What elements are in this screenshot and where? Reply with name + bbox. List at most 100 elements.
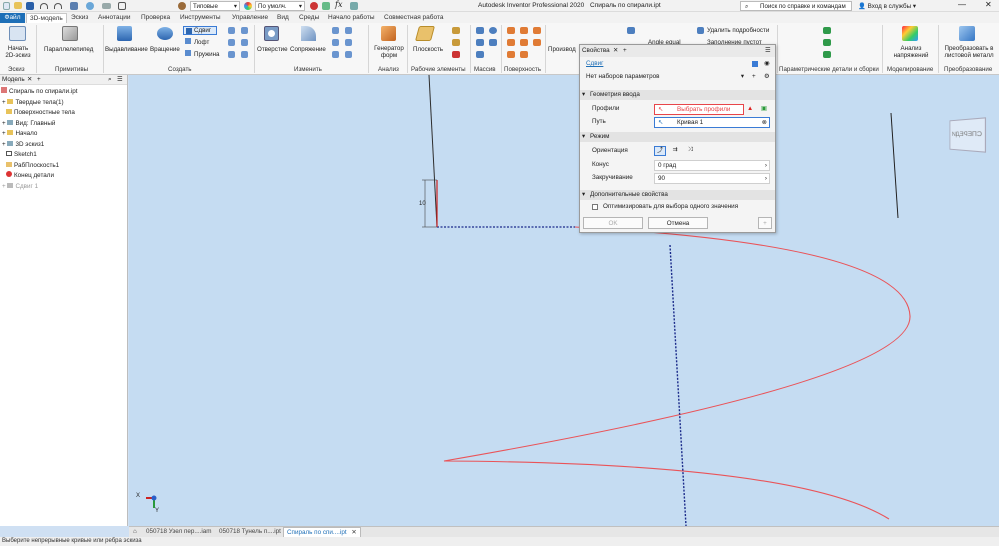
tree-item-solid-bodies[interactable]: + Твердые тела(1) xyxy=(0,98,64,108)
axis-icon[interactable] xyxy=(452,27,460,34)
start-sketch-button[interactable]: Начать 2D-эскиз xyxy=(2,45,34,59)
tab-get-started[interactable]: Начало работы xyxy=(325,13,378,23)
stress-analysis-icon[interactable] xyxy=(902,26,918,41)
ruled-surface-icon[interactable] xyxy=(520,51,528,58)
tab-view[interactable]: Вид xyxy=(274,13,292,23)
new-doc-icon[interactable] xyxy=(3,2,10,10)
remove-detail-button[interactable]: Удалить подробности xyxy=(707,27,769,34)
tab-inspect[interactable]: Проверка xyxy=(138,13,173,23)
clear-icon[interactable]: ⊗ xyxy=(762,118,767,128)
close-icon[interactable]: ✕ xyxy=(351,529,356,536)
apply-plus-button[interactable]: + xyxy=(758,217,772,229)
section-advanced[interactable]: ▾ Дополнительные свойства xyxy=(580,190,775,200)
eye-icon[interactable]: ◉ xyxy=(764,58,770,70)
sketch-pattern-icon[interactable] xyxy=(489,39,497,46)
remove-detail-icon[interactable] xyxy=(697,27,704,34)
doc-tab-assembly[interactable]: 050718 Узел пер....iam xyxy=(143,527,215,537)
plane-icon[interactable] xyxy=(414,26,436,41)
plane-button[interactable]: Плоскость xyxy=(413,46,443,53)
convert-sheetmetal-button[interactable]: Преобразовать в листовой металл xyxy=(940,45,998,59)
tree-item-view[interactable]: + Вид: Главный xyxy=(0,119,55,129)
tab-annotate[interactable]: Аннотации xyxy=(95,13,134,23)
add-preset-icon[interactable]: + xyxy=(752,71,756,83)
save-icon[interactable] xyxy=(26,2,34,10)
shape-generator-button[interactable]: Генератор форм xyxy=(370,45,408,59)
thread-icon[interactable] xyxy=(345,39,352,46)
mirror-icon[interactable] xyxy=(476,39,484,46)
tab-sketch[interactable]: Эскиз xyxy=(68,13,91,23)
ipart-icon[interactable] xyxy=(823,39,831,46)
circ-pattern-icon[interactable] xyxy=(489,27,497,34)
taper-input[interactable]: 0 град › xyxy=(654,160,770,171)
convert-sheetmetal-icon[interactable] xyxy=(959,26,975,41)
sketch-select-icon[interactable]: ▣ xyxy=(761,103,767,115)
trim-icon[interactable] xyxy=(507,39,515,46)
optimize-checkbox[interactable] xyxy=(592,204,598,210)
ok-button[interactable]: OK xyxy=(583,217,643,229)
tab-file[interactable]: Файл xyxy=(0,13,25,23)
redo-icon[interactable] xyxy=(54,3,62,9)
draft-icon[interactable] xyxy=(332,39,339,46)
chamfer-icon[interactable] xyxy=(332,27,339,34)
update-icon[interactable] xyxy=(86,2,94,10)
doc-tab-spiral[interactable]: Спираль по спи....ipt ✕ xyxy=(283,527,361,537)
angle-equal-icon[interactable] xyxy=(627,27,635,34)
box-button[interactable]: Параллелепипед xyxy=(44,46,93,53)
home-icon[interactable] xyxy=(70,2,78,10)
open-icon[interactable] xyxy=(14,2,22,9)
color-override-icon[interactable] xyxy=(310,2,318,10)
tree-item-sweep1[interactable]: + Сдвиг 1 xyxy=(0,182,38,192)
search-icon[interactable]: ⌕ xyxy=(108,75,112,85)
select-icon[interactable] xyxy=(118,2,126,10)
measure-icon[interactable] xyxy=(102,3,111,9)
orientation-guide-button[interactable]: ⤨ xyxy=(684,146,696,156)
minimize-button[interactable]: — xyxy=(958,0,966,9)
thicken-icon[interactable] xyxy=(507,27,515,34)
pattern-more-icon[interactable] xyxy=(476,51,484,58)
cancel-button[interactable]: Отмена xyxy=(648,217,708,229)
point-icon[interactable] xyxy=(452,39,460,46)
close-icon[interactable]: ✕ xyxy=(27,75,32,85)
tree-item-part[interactable]: Спираль по спирали.ipt xyxy=(0,87,78,97)
revolve-button[interactable]: Вращение xyxy=(150,46,180,53)
hole-button[interactable]: Отверстие xyxy=(257,46,288,53)
orientation-parallel-button[interactable]: ⇉ xyxy=(669,146,681,156)
ilogic-icon[interactable] xyxy=(350,2,358,10)
stitch-icon[interactable] xyxy=(520,27,528,34)
replace-face-icon[interactable] xyxy=(533,39,541,46)
graphics-viewport[interactable]: 10 СПЕРЕДИ X Y xyxy=(129,75,999,526)
tab-tools[interactable]: Инструменты xyxy=(177,13,224,23)
patch-icon[interactable] xyxy=(533,27,541,34)
derived-button[interactable]: Производ xyxy=(548,46,576,53)
close-icon[interactable]: ✕ xyxy=(613,45,618,57)
content-icon[interactable] xyxy=(823,27,831,34)
signin-button[interactable]: 👤 Вход в службы ▾ xyxy=(858,2,916,10)
stress-analysis-button[interactable]: Анализ напряжений xyxy=(887,45,935,59)
extrude-icon[interactable] xyxy=(117,26,132,41)
section-input-geometry[interactable]: ▾ Геометрия ввода xyxy=(580,90,775,100)
gear-icon[interactable]: ⚙ xyxy=(764,71,770,83)
browser-tab-model[interactable]: Модель xyxy=(2,76,25,83)
profiles-selector[interactable]: ↖ Выбрать профили xyxy=(654,104,744,115)
home-tab[interactable]: ⌂ xyxy=(130,527,140,537)
tree-item-3d-sketch[interactable]: + 3D эскиз1 xyxy=(0,140,44,150)
viewcube[interactable]: СПЕРЕДИ xyxy=(949,117,987,153)
fillet-button[interactable]: Сопряжение xyxy=(290,46,326,53)
rect-pattern-icon[interactable] xyxy=(476,27,484,34)
box-icon[interactable] xyxy=(62,26,78,41)
section-mode[interactable]: ▾ Режим xyxy=(580,132,775,142)
twist-input[interactable]: 90 › xyxy=(654,173,770,184)
menu-icon[interactable]: ☰ xyxy=(765,45,771,57)
tab-collaborate[interactable]: Совместная работа xyxy=(381,13,446,23)
revolve-icon[interactable] xyxy=(157,27,173,40)
menu-icon[interactable]: ☰ xyxy=(117,75,123,85)
orientation-path-button[interactable]: ⤴ xyxy=(654,146,666,156)
close-button[interactable]: ✕ xyxy=(985,0,992,9)
sweep-button[interactable]: Сдвиг xyxy=(183,26,217,35)
extrude-button[interactable]: Выдавливание xyxy=(105,46,148,53)
tree-item-workplane[interactable]: РабПлоскость1 xyxy=(0,161,59,171)
tree-item-end-of-part[interactable]: Конец детали xyxy=(0,171,54,181)
tab-3d-model[interactable]: 3D-модель xyxy=(26,13,67,23)
loft-button[interactable]: Лофт xyxy=(185,38,209,46)
search-input[interactable]: ⌕ Поиск по справке и командам xyxy=(740,1,852,11)
